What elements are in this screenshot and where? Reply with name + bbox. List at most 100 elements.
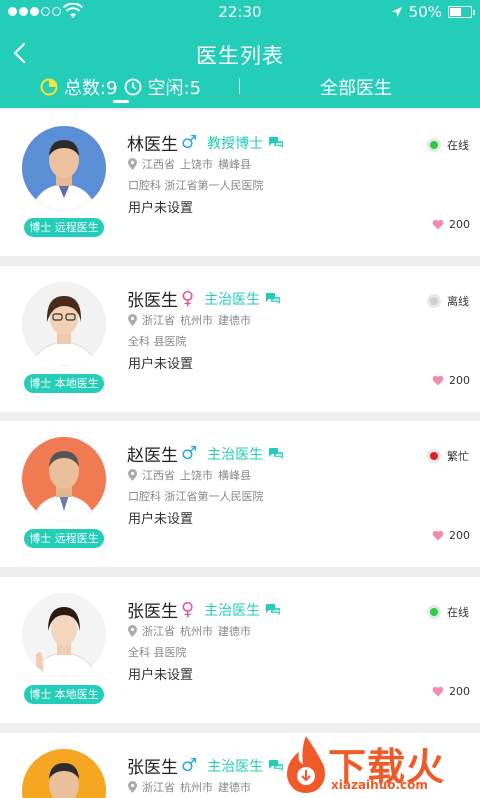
province: 浙江省 (142, 625, 175, 638)
male-icon: ♂ (181, 755, 198, 776)
doctor-status: 离线 (427, 293, 469, 309)
tab-active-indicator (113, 100, 129, 103)
heart-icon (432, 219, 444, 230)
chat-icon[interactable] (265, 292, 281, 306)
likes-count: 200 (449, 529, 470, 542)
doctor-likes: 200 (432, 218, 470, 231)
chat-icon[interactable] (268, 447, 284, 461)
doctor-status: 在线 (427, 604, 469, 620)
county: 横峰县 (218, 158, 251, 171)
location-arrow-icon (391, 7, 402, 17)
page-title: 医生列表 (196, 44, 284, 68)
heart-icon (432, 686, 444, 697)
tab-bar: 总数:9 空闲:5 全部医生 (0, 70, 480, 106)
doctor-location: 江西省 上饶市 横峰县 (128, 467, 251, 483)
location-pin-icon (128, 781, 137, 793)
doctor-status: 在线 (427, 137, 469, 153)
doctor-title: 主治医生 (204, 602, 261, 619)
county: 建德市 (218, 781, 251, 794)
doctor-avatar (22, 437, 106, 521)
doctor-tag: 博士 本地医生 (24, 374, 104, 393)
male-icon: ♂ (181, 132, 198, 153)
female-icon: ♀ (181, 599, 195, 620)
heart-icon (432, 375, 444, 386)
doctor-location: 江西省 上饶市 横峰县 (128, 156, 251, 172)
doctor-department: 全科 县医院 (128, 646, 187, 659)
county: 横峰县 (218, 469, 251, 482)
female-icon: ♀ (181, 288, 195, 309)
watermark: 下载火 xiazaihuo.com (283, 730, 475, 798)
tab-divider (239, 78, 240, 94)
county: 建德市 (218, 314, 251, 327)
battery-percent: 50% (408, 3, 442, 21)
doctor-card[interactable]: 博士 本地医生 张医生 ♀ 主治医生 浙江省 杭州市 建德市 全科 县医院 用户… (0, 577, 480, 723)
app-header: 22:30 50% 医生列表 总数:9 空闲:5 全部医生 (0, 0, 480, 108)
status-online-icon (427, 605, 441, 619)
watermark-url: xiazaihuo.com (331, 778, 428, 792)
city: 杭州市 (180, 625, 213, 638)
doctor-avatar (22, 282, 106, 366)
chat-icon[interactable] (268, 759, 284, 773)
doctor-tag: 博士 远程医生 (24, 218, 104, 237)
status-busy-icon (427, 449, 441, 463)
doctor-name: 赵医生 (127, 446, 178, 466)
doctor-location: 浙江省 杭州市 建德市 (128, 779, 251, 795)
doctor-tag: 博士 远程医生 (24, 529, 104, 548)
doctor-name: 张医生 (127, 291, 178, 311)
status-label: 离线 (447, 295, 469, 308)
likes-count: 200 (449, 685, 470, 698)
doctor-description: 用户未设置 (128, 201, 194, 216)
status-label: 繁忙 (447, 450, 469, 463)
doctor-name: 林医生 (127, 135, 178, 155)
idle-count: 空闲:5 (147, 78, 202, 99)
doctor-location: 浙江省 杭州市 建德市 (128, 623, 251, 639)
pie-chart-icon (40, 78, 58, 96)
tab-summary[interactable]: 总数:9 空闲:5 (40, 74, 201, 100)
location-pin-icon (128, 158, 137, 170)
city: 杭州市 (180, 314, 213, 327)
doctor-avatar (22, 749, 106, 798)
location-pin-icon (128, 469, 137, 481)
battery-icon (448, 6, 475, 18)
doctor-description: 用户未设置 (128, 668, 194, 683)
doctor-title: 教授博士 (207, 135, 264, 152)
doctor-name: 张医生 (127, 758, 178, 778)
flame-logo-icon (287, 736, 325, 793)
city: 杭州市 (180, 781, 213, 794)
province: 浙江省 (142, 314, 175, 327)
doctor-description: 用户未设置 (128, 512, 194, 527)
doctor-department: 口腔科 浙江省第一人民医院 (128, 490, 264, 503)
county: 建德市 (218, 625, 251, 638)
male-icon: ♂ (181, 443, 198, 464)
doctor-name: 张医生 (127, 602, 178, 622)
doctor-likes: 200 (432, 685, 470, 698)
status-label: 在线 (447, 606, 469, 619)
doctor-title: 主治医生 (207, 758, 264, 775)
province: 江西省 (142, 158, 175, 171)
doctor-likes: 200 (432, 529, 470, 542)
status-bar: 22:30 50% (0, 0, 480, 24)
chat-icon[interactable] (265, 603, 281, 617)
doctor-card[interactable]: 博士 远程医生 林医生 ♂ 教授博士 江西省 上饶市 横峰县 口腔科 浙江省第一… (0, 110, 480, 256)
likes-count: 200 (449, 374, 470, 387)
status-online-icon (427, 138, 441, 152)
doctor-location: 浙江省 杭州市 建德市 (128, 312, 251, 328)
doctor-card[interactable]: 博士 本地医生 张医生 ♀ 主治医生 浙江省 杭州市 建德市 全科 县医院 用户… (0, 266, 480, 412)
likes-count: 200 (449, 218, 470, 231)
doctor-status: 繁忙 (427, 448, 469, 464)
status-offline-icon (427, 294, 441, 308)
doctor-tag: 博士 本地医生 (24, 685, 104, 704)
province: 江西省 (142, 469, 175, 482)
doctor-title: 主治医生 (204, 291, 261, 308)
doctor-description: 用户未设置 (128, 357, 194, 372)
chat-icon[interactable] (268, 136, 284, 150)
doctor-avatar (22, 126, 106, 210)
tab-all-doctors[interactable]: 全部医生 (320, 74, 392, 100)
doctor-card[interactable]: 博士 远程医生 赵医生 ♂ 主治医生 江西省 上饶市 横峰县 口腔科 浙江省第一… (0, 421, 480, 567)
status-label: 在线 (447, 139, 469, 152)
location-pin-icon (128, 625, 137, 637)
location-pin-icon (128, 314, 137, 326)
heart-icon (432, 530, 444, 541)
clock-icon (124, 78, 141, 96)
city: 上饶市 (180, 469, 213, 482)
